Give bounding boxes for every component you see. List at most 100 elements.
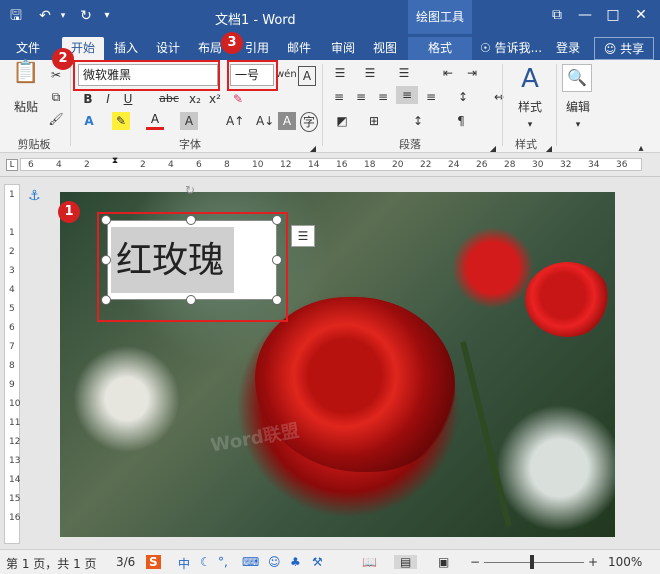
- underline-button[interactable]: U: [120, 90, 136, 108]
- line-spacing-icon[interactable]: ↕: [452, 88, 474, 106]
- vertical-ruler-number: 1: [9, 228, 15, 238]
- bold-button[interactable]: B: [80, 90, 96, 108]
- ruler-number: 10: [252, 160, 264, 170]
- styles-group-label: 样式: [515, 138, 537, 151]
- vertical-ruler-number: 16: [9, 513, 21, 523]
- tab-mailings[interactable]: 邮件: [282, 37, 316, 60]
- redo-icon[interactable]: ↻: [76, 6, 96, 26]
- styles-button[interactable]: 样式: [510, 98, 550, 116]
- read-mode-icon[interactable]: 📖: [362, 555, 377, 569]
- chinese-layout-icon[interactable]: ↔: [490, 88, 508, 106]
- close-icon[interactable]: ✕: [626, 0, 656, 30]
- tab-selector[interactable]: L: [6, 159, 18, 171]
- tab-design[interactable]: 设计: [150, 37, 186, 60]
- layout-options-icon[interactable]: ☰: [291, 225, 315, 247]
- zoom-slider[interactable]: [484, 562, 584, 563]
- styles-dropdown-icon[interactable]: ▾: [524, 116, 536, 134]
- show-marks-icon[interactable]: ¶: [452, 112, 470, 130]
- login-button[interactable]: 登录: [552, 37, 584, 60]
- increase-indent-icon[interactable]: ⇥: [462, 64, 482, 82]
- char-shade-a-icon[interactable]: A: [278, 112, 296, 130]
- emoji-icon[interactable]: ☺: [268, 555, 281, 569]
- tools-icon[interactable]: ⚒: [312, 555, 323, 569]
- align-right-icon[interactable]: ≡: [374, 88, 392, 106]
- vertical-ruler-number: 7: [9, 342, 15, 352]
- tab-review[interactable]: 审阅: [326, 37, 360, 60]
- ribbon-display-icon[interactable]: ⧉: [542, 0, 572, 30]
- editing-button[interactable]: 编辑: [558, 98, 598, 116]
- tab-layout[interactable]: 布局: [196, 37, 224, 60]
- tab-insert[interactable]: 插入: [110, 37, 142, 60]
- ruler-number: 2: [84, 160, 90, 170]
- rotation-handle[interactable]: ↻: [185, 183, 195, 197]
- tab-format[interactable]: 格式: [408, 37, 472, 60]
- paste-icon[interactable]: 📋: [8, 62, 44, 94]
- zoom-out-icon[interactable]: −: [470, 555, 480, 569]
- char-shading-icon[interactable]: A: [180, 112, 198, 130]
- italic-button[interactable]: I: [100, 90, 116, 108]
- keyboard-icon[interactable]: ⌨: [242, 555, 259, 569]
- anchor-icon[interactable]: ⚓: [28, 188, 41, 204]
- tell-me-search[interactable]: ☉ 告诉我...: [476, 37, 546, 60]
- print-layout-icon[interactable]: ▤: [394, 555, 418, 569]
- tab-references[interactable]: 引用: [240, 37, 274, 60]
- annotation-badge-2: 2: [52, 48, 74, 70]
- subscript-button[interactable]: x₂: [186, 90, 204, 108]
- editing-dropdown-icon[interactable]: ▾: [572, 116, 584, 134]
- customize-icon[interactable]: ▾: [100, 6, 114, 26]
- share-button[interactable]: ☺ 共享: [594, 37, 654, 60]
- title-bar: 🖫 ↶ ▾ ↻ ▾ 文档1 - Word 绘图工具 ⧉ — □ ✕: [0, 0, 660, 34]
- undo-icon[interactable]: ↶: [34, 6, 56, 26]
- ime-chinese-toggle[interactable]: 中: [178, 555, 190, 572]
- search-icon[interactable]: 🔍: [562, 64, 592, 92]
- align-center-icon[interactable]: ≡: [352, 88, 370, 106]
- minimize-icon[interactable]: —: [570, 0, 600, 30]
- distribute-icon[interactable]: ≡: [422, 88, 440, 106]
- char-border-icon[interactable]: A: [298, 66, 316, 86]
- format-painter-icon[interactable]: 🖌: [48, 110, 64, 128]
- undo-dropdown-icon[interactable]: ▾: [58, 6, 68, 26]
- numbering-icon[interactable]: ☰: [360, 64, 380, 82]
- zoom-slider-thumb[interactable]: [530, 555, 534, 569]
- multilevel-list-icon[interactable]: ☰: [394, 64, 414, 82]
- grow-font-icon[interactable]: A↑: [226, 112, 244, 130]
- phonetic-guide-icon[interactable]: wén: [276, 66, 297, 84]
- ime-logo-icon[interactable]: S: [146, 555, 161, 569]
- clear-format-icon[interactable]: ✎: [230, 90, 246, 108]
- justify-icon[interactable]: ≡: [396, 86, 418, 104]
- zoom-in-icon[interactable]: +: [588, 555, 598, 569]
- zoom-level[interactable]: 100%: [608, 555, 642, 569]
- sort-icon[interactable]: ↕: [408, 112, 428, 130]
- styles-icon[interactable]: A: [512, 64, 548, 94]
- tab-file[interactable]: 文件: [8, 37, 48, 60]
- lightbulb-icon: ☉: [479, 41, 491, 55]
- shading-icon[interactable]: ◩: [332, 112, 352, 130]
- copy-icon[interactable]: ⧉: [48, 88, 64, 106]
- skin-icon[interactable]: ♣: [290, 555, 301, 569]
- paste-button[interactable]: 粘贴: [6, 98, 46, 116]
- page-count-status[interactable]: 第 1 页，共 1 页: [6, 555, 97, 572]
- highlight-icon[interactable]: ✎: [112, 112, 130, 130]
- shrink-font-icon[interactable]: A↓: [256, 112, 274, 130]
- decrease-indent-icon[interactable]: ⇤: [438, 64, 458, 82]
- save-icon[interactable]: 🖫: [6, 6, 26, 26]
- bullets-icon[interactable]: ☰: [330, 64, 350, 82]
- superscript-button[interactable]: x²: [206, 90, 224, 108]
- word-count-status[interactable]: 3/6: [116, 555, 135, 569]
- indent-marker[interactable]: ⧗: [110, 156, 120, 174]
- strikethrough-button[interactable]: abc: [156, 90, 182, 108]
- enclose-char-icon[interactable]: 字: [300, 112, 318, 132]
- maximize-icon[interactable]: □: [598, 0, 628, 30]
- align-left-icon[interactable]: ≡: [330, 88, 348, 106]
- tab-view[interactable]: 视图: [368, 37, 402, 60]
- web-layout-icon[interactable]: ▣: [438, 555, 449, 569]
- borders-icon[interactable]: ⊞: [364, 112, 384, 130]
- vertical-ruler-number: 15: [9, 494, 21, 504]
- ruler-number: 14: [308, 160, 320, 170]
- punctuation-icon[interactable]: °,: [218, 555, 228, 569]
- text-effects-icon[interactable]: A: [80, 112, 98, 130]
- vertical-ruler-number: 3: [9, 266, 15, 276]
- font-color-icon[interactable]: A: [146, 112, 164, 130]
- annotation-box-textbox: [97, 212, 288, 322]
- moon-icon[interactable]: ☾: [200, 555, 211, 569]
